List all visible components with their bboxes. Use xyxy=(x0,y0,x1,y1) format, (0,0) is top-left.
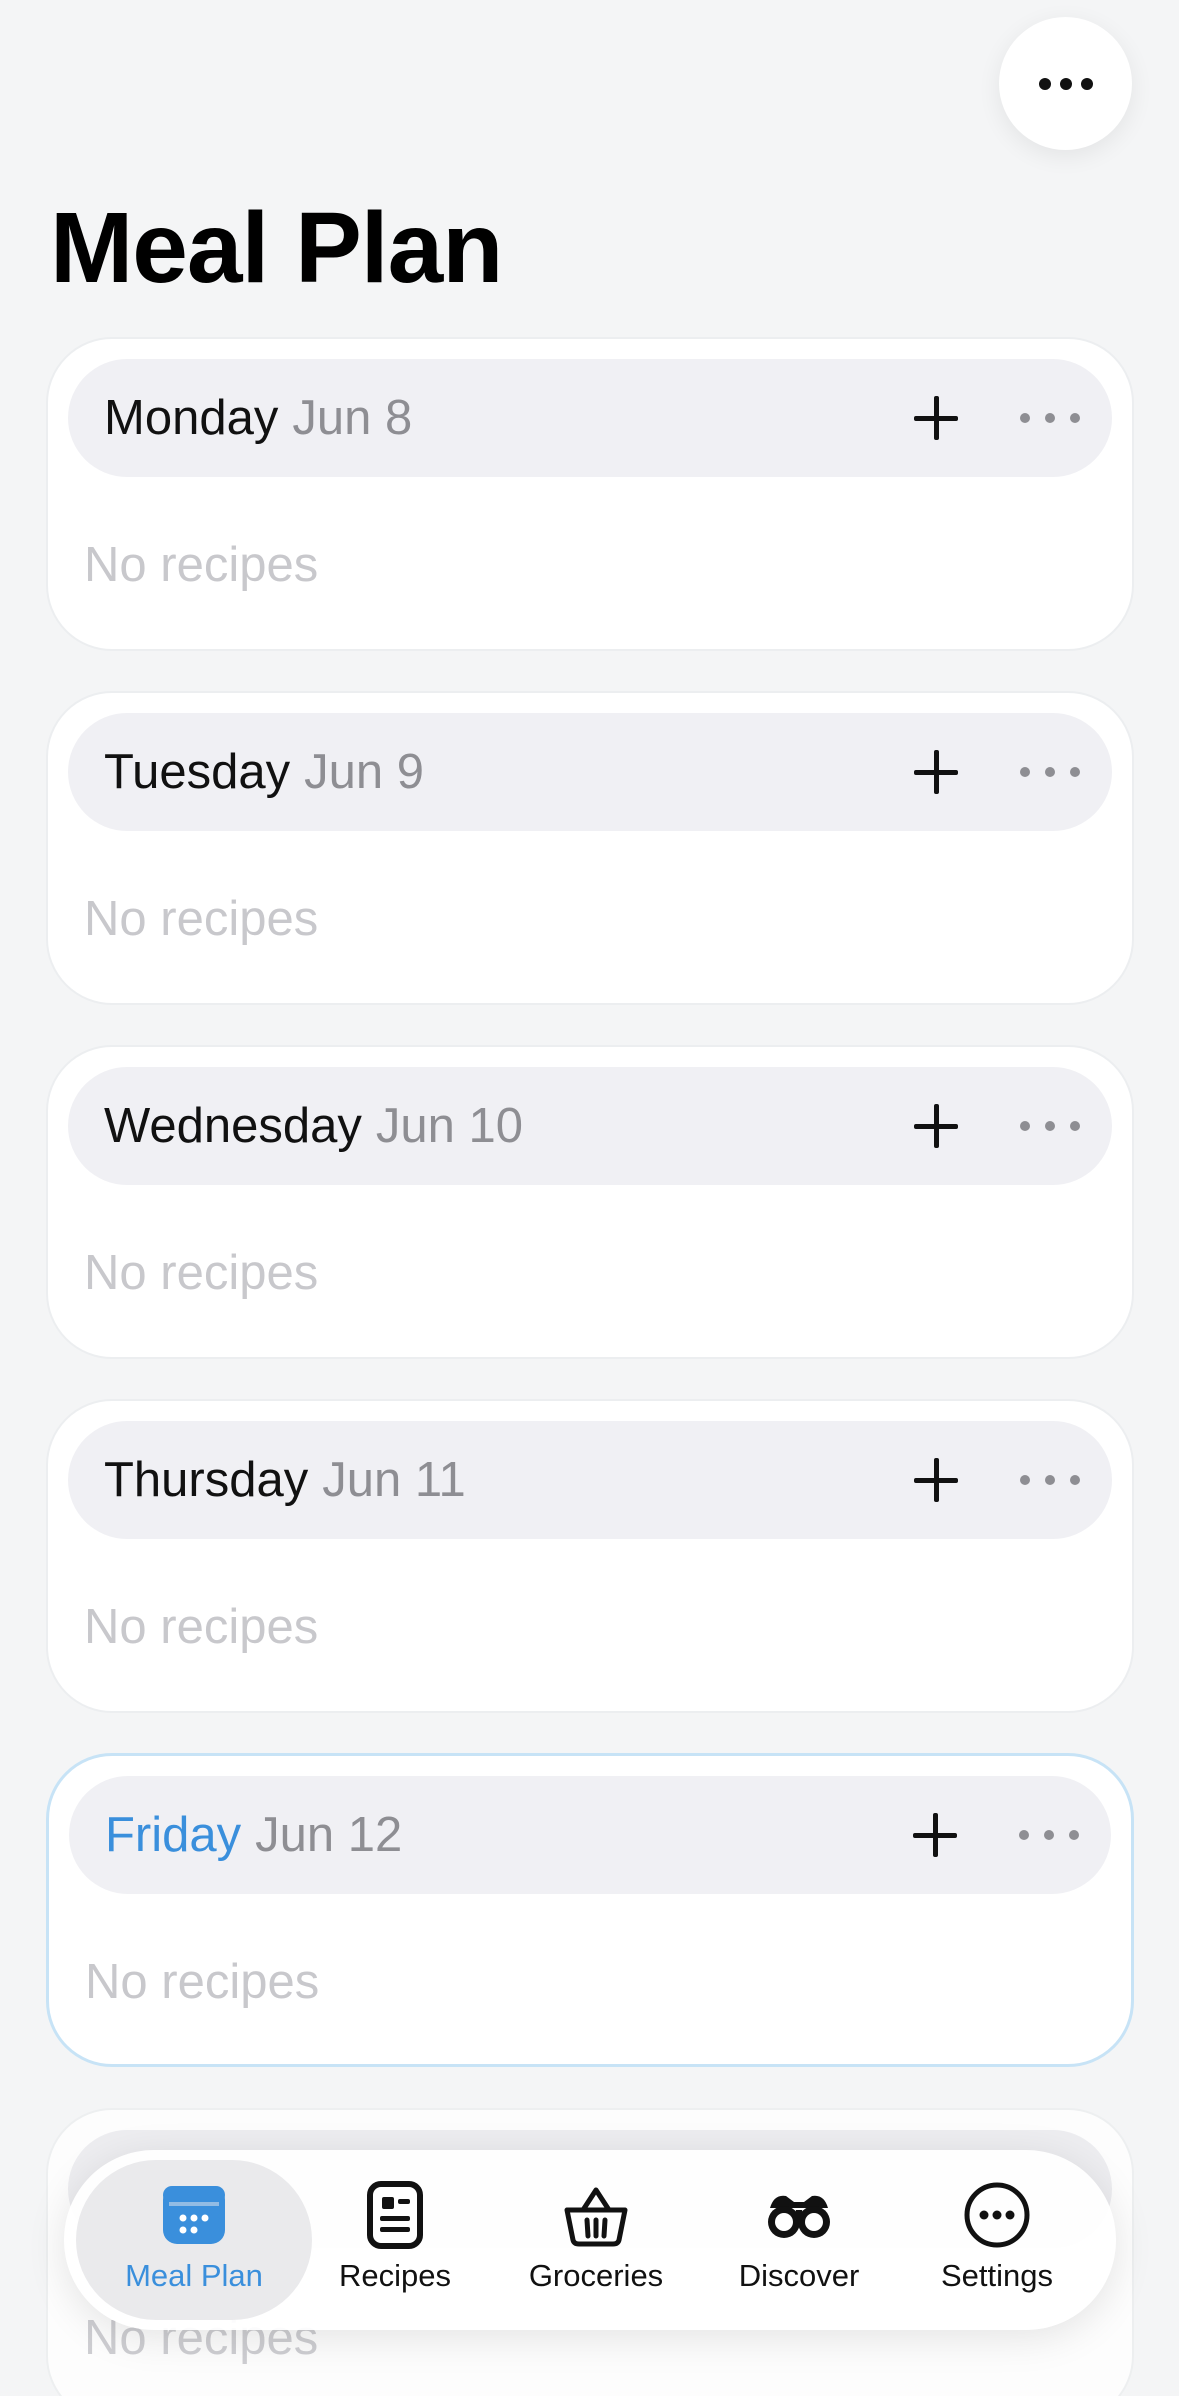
tab-discover[interactable]: Discover xyxy=(704,2160,894,2320)
day-name: Tuesday xyxy=(104,745,291,799)
day-header[interactable]: Tuesday Jun 9 xyxy=(68,713,1112,831)
tab-groceries[interactable]: Groceries xyxy=(501,2160,691,2320)
add-recipe-button[interactable] xyxy=(914,396,958,440)
day-header[interactable]: Wednesday Jun 10 xyxy=(68,1067,1112,1185)
day-name: Wednesday xyxy=(104,1099,362,1153)
add-recipe-button[interactable] xyxy=(913,1813,957,1857)
ellipsis-icon xyxy=(1020,1121,1030,1131)
ellipsis-icon xyxy=(1020,1475,1030,1485)
tab-label: Discover xyxy=(738,2258,860,2293)
tab-bar: Meal Plan Recipes Groceries Discover Set… xyxy=(64,2150,1116,2330)
day-card-friday: Friday Jun 12 No recipes xyxy=(46,1753,1134,2067)
empty-state-text: No recipes xyxy=(84,1246,319,1300)
empty-state-text: No recipes xyxy=(84,538,319,592)
day-date: Jun 11 xyxy=(322,1453,466,1507)
day-name: Thursday xyxy=(104,1453,309,1507)
day-card-wednesday: Wednesday Jun 10 No recipes xyxy=(46,1045,1134,1359)
day-name: Monday xyxy=(104,391,279,445)
empty-state-text: No recipes xyxy=(84,1600,319,1654)
tab-settings[interactable]: Settings xyxy=(902,2160,1092,2320)
day-card-thursday: Thursday Jun 11 No recipes xyxy=(46,1399,1134,1713)
day-more-button[interactable] xyxy=(1020,401,1080,435)
day-date: Jun 8 xyxy=(292,391,413,445)
day-header[interactable]: Monday Jun 8 xyxy=(68,359,1112,477)
add-recipe-button[interactable] xyxy=(914,750,958,794)
ellipsis-icon xyxy=(1020,767,1030,777)
meal-plan-screen: Meal Plan Monday Jun 8 No recipes Tuesda… xyxy=(0,0,1179,2396)
tab-label: Settings xyxy=(940,2258,1053,2293)
tab-recipes[interactable]: Recipes xyxy=(300,2160,490,2320)
ellipsis-icon xyxy=(1020,413,1030,423)
empty-state-text: No recipes xyxy=(85,1955,320,2009)
add-recipe-button[interactable] xyxy=(914,1458,958,1502)
day-more-button[interactable] xyxy=(1020,1109,1080,1143)
basket-icon xyxy=(564,2187,628,2247)
ellipsis-icon xyxy=(1038,77,1051,90)
ellipsis-circle-icon xyxy=(964,2182,1030,2248)
day-header[interactable]: Friday Jun 12 xyxy=(69,1776,1111,1894)
calendar-icon xyxy=(163,2186,225,2244)
tab-label: Meal Plan xyxy=(125,2258,263,2293)
tab-meal-plan[interactable]: Meal Plan xyxy=(76,2160,312,2320)
add-recipe-button[interactable] xyxy=(914,1104,958,1148)
tab-label: Recipes xyxy=(339,2258,451,2293)
binoculars-icon xyxy=(768,2195,830,2238)
day-date: Jun 10 xyxy=(375,1099,523,1153)
empty-state-text: No recipes xyxy=(84,892,319,946)
tab-label: Groceries xyxy=(528,2258,664,2293)
day-date: Jun 9 xyxy=(304,745,424,799)
more-options-button[interactable] xyxy=(999,17,1132,150)
day-card-tuesday: Tuesday Jun 9 No recipes xyxy=(46,691,1134,1005)
day-header[interactable]: Thursday Jun 11 xyxy=(68,1421,1112,1539)
day-date: Jun 12 xyxy=(255,1808,403,1862)
day-more-button[interactable] xyxy=(1020,1463,1080,1497)
day-more-button[interactable] xyxy=(1019,1818,1079,1852)
ellipsis-icon xyxy=(1019,1830,1029,1840)
day-more-button[interactable] xyxy=(1020,755,1080,789)
day-name: Friday xyxy=(105,1808,242,1862)
recipe-card-icon xyxy=(367,2181,423,2249)
day-card-monday: Monday Jun 8 No recipes xyxy=(46,337,1134,651)
page-title: Meal Plan xyxy=(50,192,503,304)
